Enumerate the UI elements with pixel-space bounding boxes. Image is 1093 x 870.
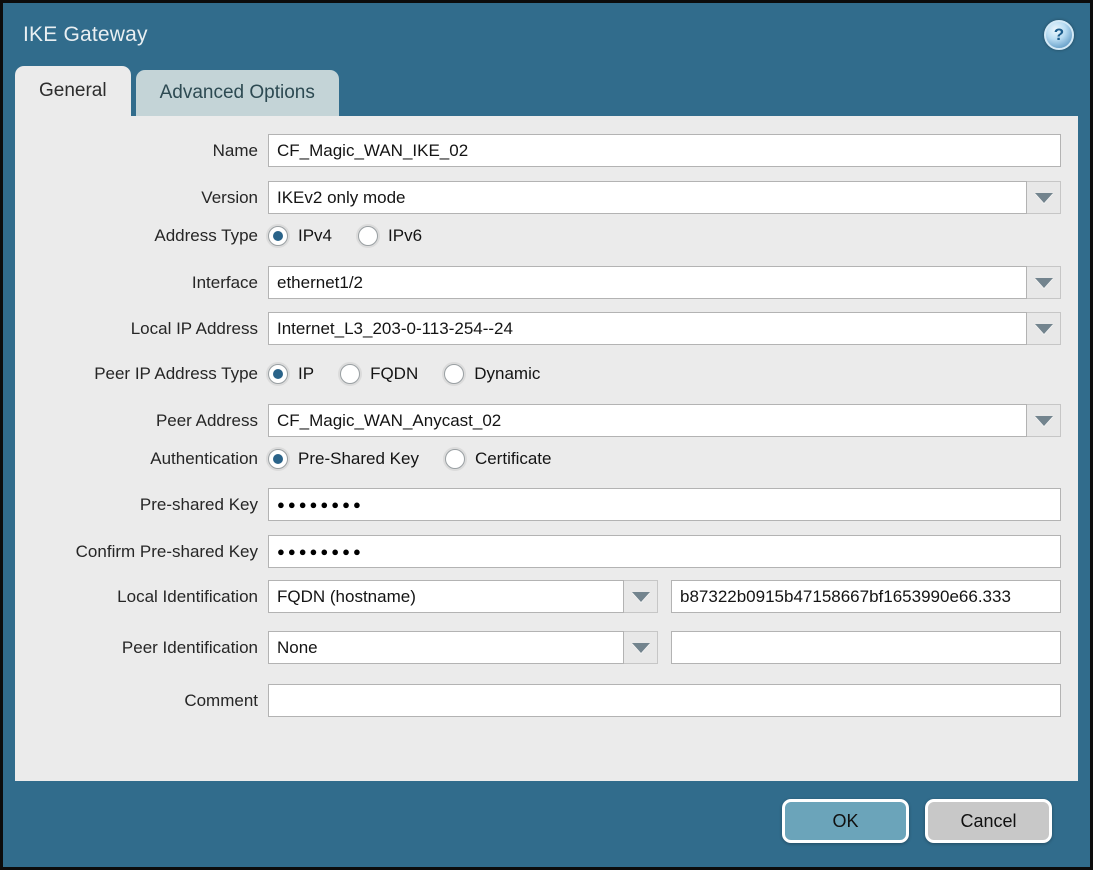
- peer-identification-type-dropdown: [268, 631, 658, 664]
- peer-identification-dropdown-button[interactable]: [624, 631, 658, 664]
- peer-ip-type-row: Peer IP Address Type IP FQDN Dynamic: [15, 364, 1061, 384]
- version-row: Version: [15, 181, 1061, 214]
- tab-advanced-options[interactable]: Advanced Options: [136, 70, 339, 116]
- preshared-key-row: Pre-shared Key: [15, 488, 1061, 521]
- version-label: Version: [15, 188, 268, 208]
- local-identification-type-dropdown: [268, 580, 658, 613]
- version-input[interactable]: [268, 181, 1027, 214]
- local-identification-type-input[interactable]: [268, 580, 624, 613]
- radio-ipv4[interactable]: [268, 226, 288, 246]
- name-label: Name: [15, 141, 268, 161]
- local-ip-label: Local IP Address: [15, 319, 268, 339]
- radio-ipv4-label: IPv4: [298, 226, 332, 246]
- local-ip-dropdown-button[interactable]: [1027, 312, 1061, 345]
- interface-row: Interface: [15, 266, 1061, 299]
- peer-address-input[interactable]: [268, 404, 1027, 437]
- local-ip-dropdown: [268, 312, 1061, 345]
- peer-identification-type-input[interactable]: [268, 631, 624, 664]
- peer-ip-type-radio-group: IP FQDN Dynamic: [268, 364, 1061, 384]
- peer-ip-type-label: Peer IP Address Type: [15, 364, 268, 384]
- chevron-down-icon: [632, 592, 650, 602]
- confirm-preshared-key-input[interactable]: [268, 535, 1061, 568]
- address-type-row: Address Type IPv4 IPv6: [15, 226, 1061, 246]
- general-tab-panel: Name Version Address Type IPv4: [15, 116, 1078, 781]
- radio-ipv6[interactable]: [358, 226, 378, 246]
- address-type-label: Address Type: [15, 226, 268, 246]
- preshared-key-input[interactable]: [268, 488, 1061, 521]
- peer-address-dropdown-button[interactable]: [1027, 404, 1061, 437]
- comment-row: Comment: [15, 684, 1061, 717]
- radio-dynamic[interactable]: [444, 364, 464, 384]
- dialog-titlebar: IKE Gateway ?: [3, 3, 1090, 66]
- peer-address-dropdown: [268, 404, 1061, 437]
- radio-pre-shared-key[interactable]: [268, 449, 288, 469]
- tab-general[interactable]: General: [15, 66, 131, 116]
- peer-address-label: Peer Address: [15, 411, 268, 431]
- radio-pre-shared-key-label: Pre-Shared Key: [298, 449, 419, 469]
- radio-dynamic-label: Dynamic: [474, 364, 540, 384]
- confirm-preshared-key-label: Confirm Pre-shared Key: [15, 542, 268, 562]
- chevron-down-icon: [1035, 416, 1053, 426]
- ike-gateway-dialog: IKE Gateway ? General Advanced Options N…: [0, 0, 1093, 870]
- version-dropdown-button[interactable]: [1027, 181, 1061, 214]
- local-identification-row: Local Identification: [15, 580, 1061, 613]
- peer-identification-value-input[interactable]: [671, 631, 1061, 664]
- authentication-label: Authentication: [15, 449, 268, 469]
- interface-label: Interface: [15, 273, 268, 293]
- peer-identification-row: Peer Identification: [15, 631, 1061, 664]
- interface-dropdown: [268, 266, 1061, 299]
- radio-ipv6-label: IPv6: [388, 226, 422, 246]
- name-row: Name: [15, 134, 1061, 167]
- name-input[interactable]: [268, 134, 1061, 167]
- dialog-footer: OK Cancel: [3, 781, 1090, 867]
- cancel-button[interactable]: Cancel: [925, 799, 1052, 843]
- preshared-key-label: Pre-shared Key: [15, 495, 268, 515]
- local-ip-input[interactable]: [268, 312, 1027, 345]
- chevron-down-icon: [632, 643, 650, 653]
- confirm-preshared-key-row: Confirm Pre-shared Key: [15, 535, 1061, 568]
- authentication-radio-group: Pre-Shared Key Certificate: [268, 449, 1061, 469]
- authentication-row: Authentication Pre-Shared Key Certificat…: [15, 449, 1061, 469]
- chevron-down-icon: [1035, 324, 1053, 334]
- radio-fqdn[interactable]: [340, 364, 360, 384]
- radio-ip-label: IP: [298, 364, 314, 384]
- local-identification-value-input[interactable]: [671, 580, 1061, 613]
- radio-certificate[interactable]: [445, 449, 465, 469]
- local-identification-label: Local Identification: [15, 587, 268, 607]
- interface-dropdown-button[interactable]: [1027, 266, 1061, 299]
- chevron-down-icon: [1035, 278, 1053, 288]
- comment-label: Comment: [15, 691, 268, 711]
- local-identification-dropdown-button[interactable]: [624, 580, 658, 613]
- peer-identification-label: Peer Identification: [15, 638, 268, 658]
- radio-certificate-label: Certificate: [475, 449, 552, 469]
- peer-address-row: Peer Address: [15, 404, 1061, 437]
- local-ip-row: Local IP Address: [15, 312, 1061, 345]
- interface-input[interactable]: [268, 266, 1027, 299]
- tab-bar: General Advanced Options: [3, 66, 1090, 116]
- comment-input[interactable]: [268, 684, 1061, 717]
- radio-fqdn-label: FQDN: [370, 364, 418, 384]
- address-type-radio-group: IPv4 IPv6: [268, 226, 1061, 246]
- radio-ip[interactable]: [268, 364, 288, 384]
- version-dropdown: [268, 181, 1061, 214]
- chevron-down-icon: [1035, 193, 1053, 203]
- dialog-title: IKE Gateway: [23, 23, 148, 47]
- ok-button[interactable]: OK: [782, 799, 909, 843]
- help-icon[interactable]: ?: [1044, 20, 1074, 50]
